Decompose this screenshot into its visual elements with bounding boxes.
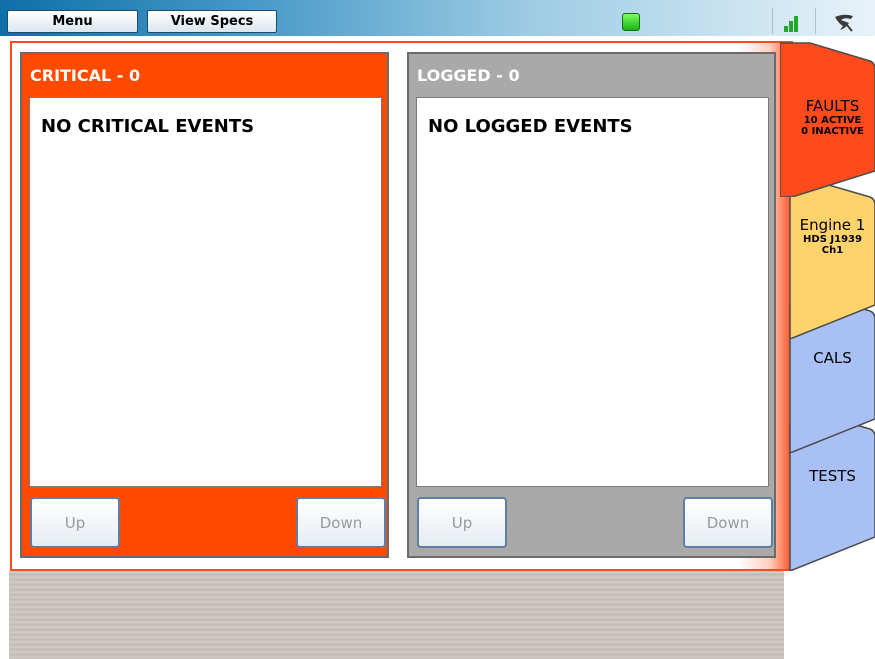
connection-cable-icon (835, 14, 853, 32)
critical-empty-message: NO CRITICAL EVENTS (41, 116, 255, 137)
side-tabs: TESTS CALS Engine 1 HDS J1939 Ch1 FAULTS… (780, 41, 875, 581)
top-bar: Menu View Specs (0, 0, 875, 36)
critical-events-card: CRITICAL - 0 NO CRITICAL EVENTS Up Down (20, 52, 389, 558)
tab-faults-label: FAULTS (805, 97, 860, 115)
status-indicator-icon (622, 13, 640, 31)
view-specs-button[interactable]: View Specs (147, 10, 277, 33)
bottom-panel (9, 571, 784, 659)
divider (772, 8, 773, 34)
logged-events-card: LOGGED - 0 NO LOGGED EVENTS Up Down (407, 52, 776, 558)
divider (815, 8, 816, 34)
tab-faults-inactive-count: 0 INACTIVE (801, 126, 864, 137)
tab-engine-label: Engine 1 (799, 216, 866, 234)
critical-up-button[interactable]: Up (30, 497, 120, 548)
tab-engine-protocol: HDS J1939 (803, 234, 862, 245)
logged-title: LOGGED - 0 (417, 66, 520, 85)
critical-title: CRITICAL - 0 (30, 66, 141, 85)
signal-strength-icon (784, 12, 804, 32)
logged-down-button[interactable]: Down (683, 497, 773, 548)
logged-empty-message: NO LOGGED EVENTS (428, 116, 633, 137)
tab-tests-label: TESTS (809, 467, 856, 485)
logged-events-list[interactable]: NO LOGGED EVENTS (416, 97, 769, 487)
tab-faults[interactable]: FAULTS 10 ACTIVE 0 INACTIVE (780, 41, 875, 197)
menu-button[interactable]: Menu (7, 10, 138, 33)
critical-events-list[interactable]: NO CRITICAL EVENTS (29, 97, 382, 487)
logged-up-button[interactable]: Up (417, 497, 507, 548)
tab-faults-active-count: 10 ACTIVE (803, 115, 862, 126)
tab-engine-channel: Ch1 (821, 245, 844, 256)
tab-engine-1[interactable]: Engine 1 HDS J1939 Ch1 (780, 179, 875, 339)
critical-down-button[interactable]: Down (296, 497, 386, 548)
tab-cals-label: CALS (813, 349, 852, 367)
